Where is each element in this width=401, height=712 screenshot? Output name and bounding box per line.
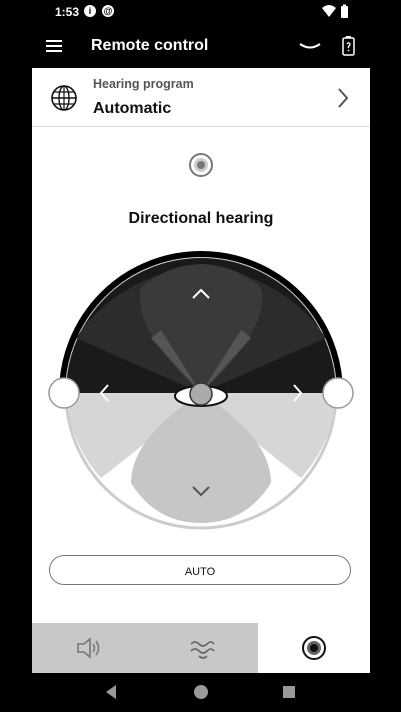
target-icon [189, 153, 213, 177]
auto-button[interactable]: AUTO [49, 555, 351, 585]
waves-icon [189, 641, 215, 659]
main-content: Hearing program Automatic Directional he… [32, 68, 370, 623]
recents-icon[interactable] [282, 685, 296, 699]
sync-icon: @ [102, 5, 114, 17]
hearing-aid-battery-icon[interactable] [341, 35, 357, 57]
back-icon[interactable] [104, 684, 118, 700]
right-handle[interactable] [322, 377, 354, 409]
system-nav [0, 673, 401, 712]
chevron-right-icon [338, 88, 349, 108]
tab-volume[interactable] [32, 623, 145, 673]
menu-icon[interactable] [45, 38, 65, 54]
hearing-program-value: Automatic [93, 100, 172, 117]
status-bar: 1:53 i @ [0, 0, 401, 26]
left-handle[interactable] [48, 377, 80, 409]
section-title: Directional hearing [128, 210, 274, 227]
directional-dial[interactable] [46, 248, 356, 538]
home-icon[interactable] [192, 683, 210, 701]
hearing-program-row[interactable]: Hearing program Automatic [32, 68, 370, 127]
wifi-icon [322, 4, 348, 18]
bottom-nav [32, 623, 370, 673]
tab-directional[interactable] [258, 623, 370, 673]
status-time: 1:53 [55, 5, 80, 19]
speaker-icon [76, 637, 99, 659]
rear-lobes [66, 393, 336, 523]
chevron-down-icon[interactable] [298, 38, 322, 54]
target-icon [302, 636, 326, 660]
front-lobes [66, 258, 336, 393]
hearing-program-label: Hearing program [93, 77, 194, 91]
tab-sound[interactable] [145, 623, 258, 673]
info-icon: i [84, 5, 96, 17]
page-title: Remote control [91, 37, 209, 54]
app-bar: Remote control [0, 26, 401, 68]
globe-icon [51, 85, 77, 111]
